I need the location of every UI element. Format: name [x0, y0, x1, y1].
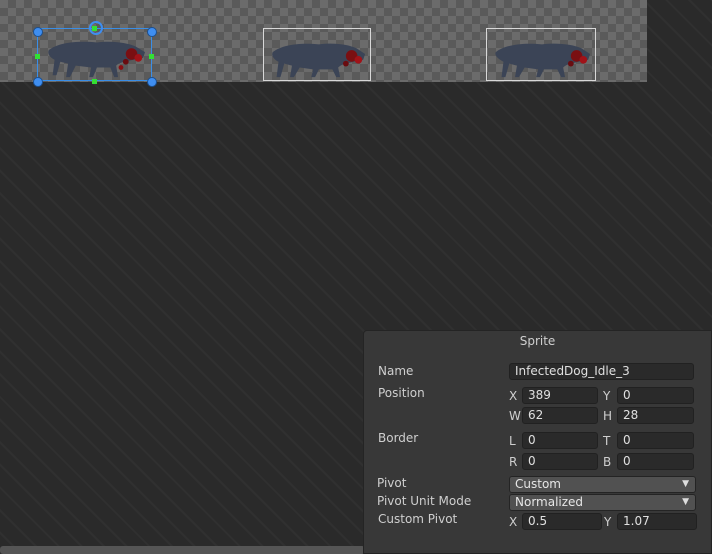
- pivot-unit-mode-dropdown[interactable]: Normalized ▼: [509, 494, 696, 511]
- name-field[interactable]: InfectedDog_Idle_3: [509, 363, 694, 380]
- pivot-value: Custom: [515, 477, 561, 491]
- border-l-field[interactable]: 0: [522, 432, 598, 449]
- custom-pivot-x-field[interactable]: 0.5: [522, 513, 602, 530]
- position-label: Position: [378, 386, 425, 400]
- sprite-rect[interactable]: [263, 28, 371, 81]
- custom-pivot-x-label: X: [509, 515, 518, 529]
- sprite-sheet-texture[interactable]: [0, 0, 647, 87]
- pivot-unit-mode-value: Normalized: [515, 495, 584, 509]
- border-t-label: T: [603, 434, 611, 448]
- position-x-label: X: [509, 389, 518, 403]
- border-r-field[interactable]: 0: [522, 453, 598, 470]
- position-w-field[interactable]: 62: [522, 407, 598, 424]
- resize-handle-top[interactable]: [92, 26, 97, 31]
- position-y-label: Y: [603, 389, 611, 403]
- custom-pivot-y-label: Y: [604, 515, 612, 529]
- horizontal-scrollbar[interactable]: [0, 546, 365, 554]
- position-h-field[interactable]: 28: [617, 407, 694, 424]
- pivot-label: Pivot: [377, 476, 407, 490]
- border-b-field[interactable]: 0: [617, 453, 694, 470]
- border-b-label: B: [603, 455, 612, 469]
- infected-dog-sprite-image: [495, 43, 591, 78]
- position-h-label: H: [603, 409, 613, 423]
- custom-pivot-y-field[interactable]: 1.07: [617, 513, 697, 530]
- custom-pivot-label: Custom Pivot: [378, 512, 458, 526]
- resize-handle-top-right[interactable]: [147, 27, 157, 37]
- resize-handle-left[interactable]: [35, 54, 40, 59]
- pivot-unit-mode-label: Pivot Unit Mode: [377, 494, 472, 508]
- border-l-label: L: [509, 434, 516, 448]
- border-r-label: R: [509, 455, 518, 469]
- resize-handle-bottom-right[interactable]: [147, 77, 157, 87]
- pivot-dropdown[interactable]: Custom ▼: [509, 476, 696, 493]
- position-x-field[interactable]: 389: [522, 387, 598, 404]
- chevron-down-icon: ▼: [682, 479, 689, 489]
- infected-dog-sprite-image: [272, 43, 366, 78]
- sprite-editor-canvas[interactable]: Sprite Name InfectedDog_Idle_3 Position …: [0, 0, 712, 554]
- chevron-down-icon: ▼: [682, 497, 689, 507]
- name-label: Name: [378, 364, 414, 378]
- sprite-inspector-panel: Sprite Name InfectedDog_Idle_3 Position …: [363, 330, 712, 554]
- infected-dog-sprite-image: [48, 41, 146, 78]
- resize-handle-right[interactable]: [149, 54, 154, 59]
- position-y-field[interactable]: 0: [617, 387, 694, 404]
- resize-handle-bottom[interactable]: [92, 79, 97, 84]
- border-label: Border: [378, 431, 419, 445]
- resize-handle-bottom-left[interactable]: [33, 77, 43, 87]
- position-w-label: W: [509, 409, 521, 423]
- sprite-rect-selected[interactable]: [37, 28, 152, 81]
- resize-handle-top-left[interactable]: [33, 27, 43, 37]
- sprite-rect[interactable]: [486, 28, 596, 81]
- border-t-field[interactable]: 0: [617, 432, 694, 449]
- panel-title: Sprite: [519, 334, 556, 348]
